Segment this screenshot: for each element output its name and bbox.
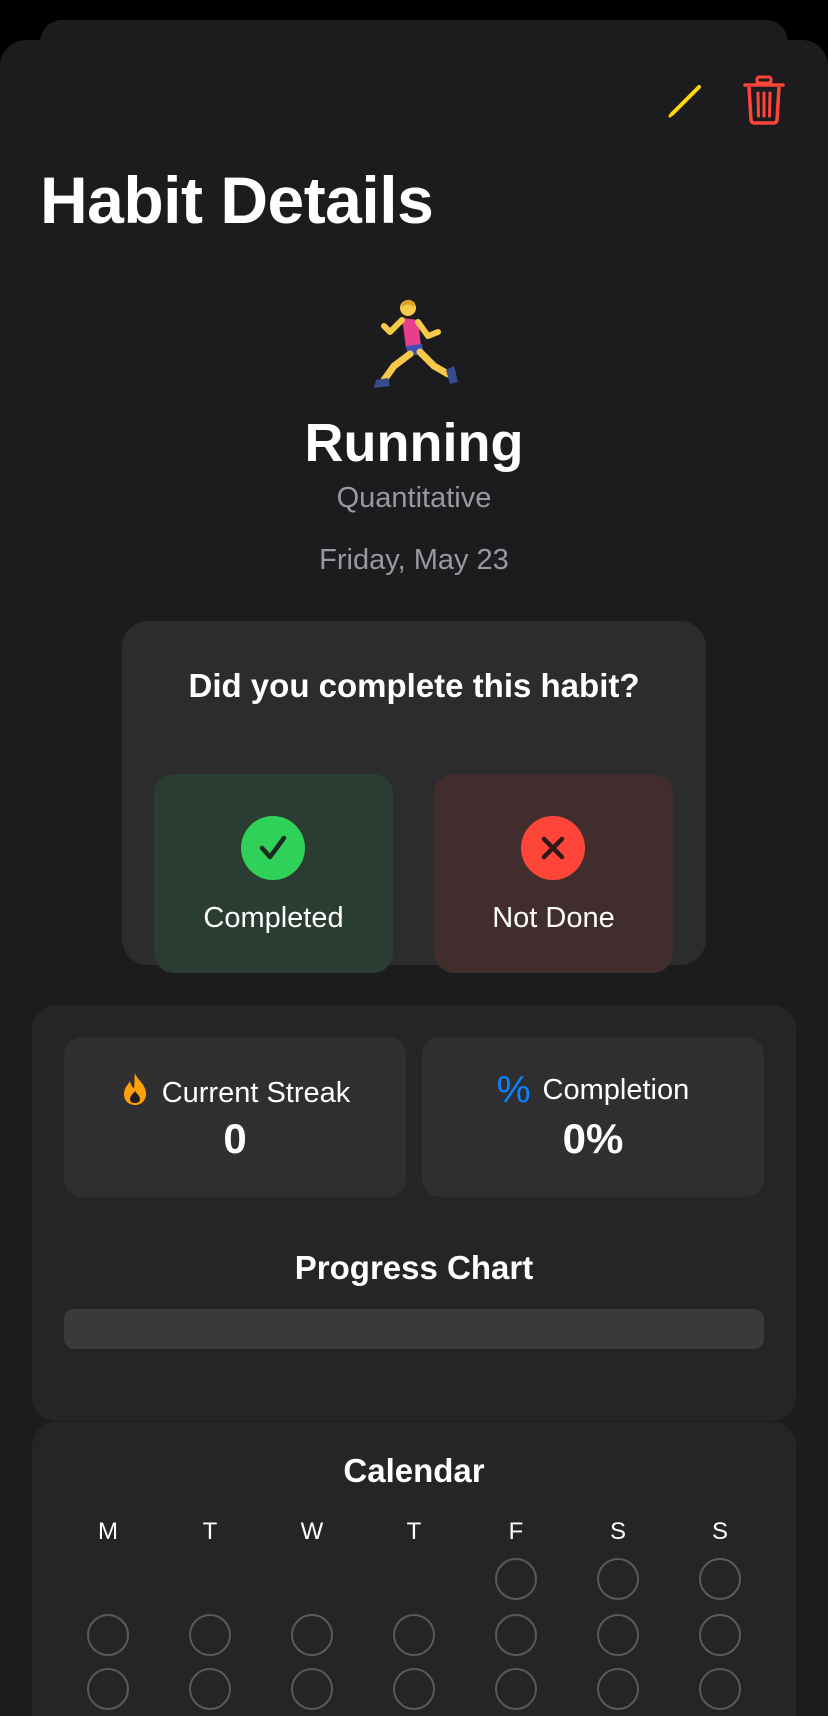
calendar-day[interactable] xyxy=(495,1614,537,1656)
weekday-header: F xyxy=(508,1518,524,1545)
calendar-day[interactable] xyxy=(189,1614,231,1656)
completed-label: Completed xyxy=(203,902,344,934)
current-streak-label: Current Streak xyxy=(161,1076,351,1109)
percent-icon: % xyxy=(496,1069,531,1111)
completion-question: Did you complete this habit? xyxy=(188,667,640,704)
calendar-day[interactable] xyxy=(495,1668,537,1710)
pencil-icon xyxy=(666,80,706,125)
habit-type: Quantitative xyxy=(336,482,492,514)
calendar-day[interactable] xyxy=(699,1558,741,1600)
completion-question-card: Did you complete this habit? Completed N… xyxy=(122,621,706,973)
calendar-day[interactable] xyxy=(597,1614,639,1656)
stats-card: Current Streak 0 % Completion 0% Progres… xyxy=(32,1005,796,1421)
weekday-header: M xyxy=(98,1518,118,1545)
not-done-button[interactable]: Not Done xyxy=(434,774,673,973)
running-person-emoji xyxy=(364,296,464,396)
weekday-header: S xyxy=(609,1518,626,1545)
delete-button[interactable] xyxy=(736,74,792,130)
completed-button[interactable]: Completed xyxy=(154,774,393,973)
trash-icon xyxy=(742,75,786,130)
weekday-header: T xyxy=(406,1518,422,1545)
calendar-title: Calendar xyxy=(343,1452,485,1489)
flame-icon xyxy=(120,1071,150,1115)
habit-details-sheet: Habit Details Running Quantitative Frida… xyxy=(0,40,828,1716)
completion-stat: % Completion 0% xyxy=(422,1037,764,1197)
calendar-day[interactable] xyxy=(393,1668,435,1710)
calendar-day[interactable] xyxy=(87,1614,129,1656)
calendar-day[interactable] xyxy=(699,1668,741,1710)
completion-label: Completion xyxy=(542,1073,690,1106)
calendar-day[interactable] xyxy=(597,1668,639,1710)
calendar-day[interactable] xyxy=(189,1668,231,1710)
page-title: Habit Details xyxy=(40,163,434,237)
progress-chart-title: Progress Chart xyxy=(294,1249,534,1286)
habit-date: Friday, May 23 xyxy=(319,544,509,576)
calendar-day[interactable] xyxy=(495,1558,537,1600)
checkmark-icon xyxy=(241,816,305,880)
completion-value: 0% xyxy=(562,1115,624,1162)
current-streak-value: 0 xyxy=(223,1115,247,1162)
calendar-day[interactable] xyxy=(699,1614,741,1656)
calendar-day[interactable] xyxy=(597,1558,639,1600)
current-streak-stat: Current Streak 0 xyxy=(64,1037,406,1197)
calendar-day[interactable] xyxy=(393,1614,435,1656)
weekday-header: W xyxy=(300,1518,324,1545)
edit-button[interactable] xyxy=(658,74,714,130)
weekday-header: S xyxy=(711,1518,728,1545)
calendar-day[interactable] xyxy=(291,1614,333,1656)
weekday-header: T xyxy=(202,1518,218,1545)
xmark-icon xyxy=(521,816,585,880)
calendar-card: Calendar M T W T F S S xyxy=(32,1422,796,1716)
not-done-label: Not Done xyxy=(492,902,615,934)
progress-chart-track xyxy=(64,1309,764,1349)
calendar-day[interactable] xyxy=(291,1668,333,1710)
calendar-day[interactable] xyxy=(87,1668,129,1710)
habit-name: Running xyxy=(304,413,524,473)
